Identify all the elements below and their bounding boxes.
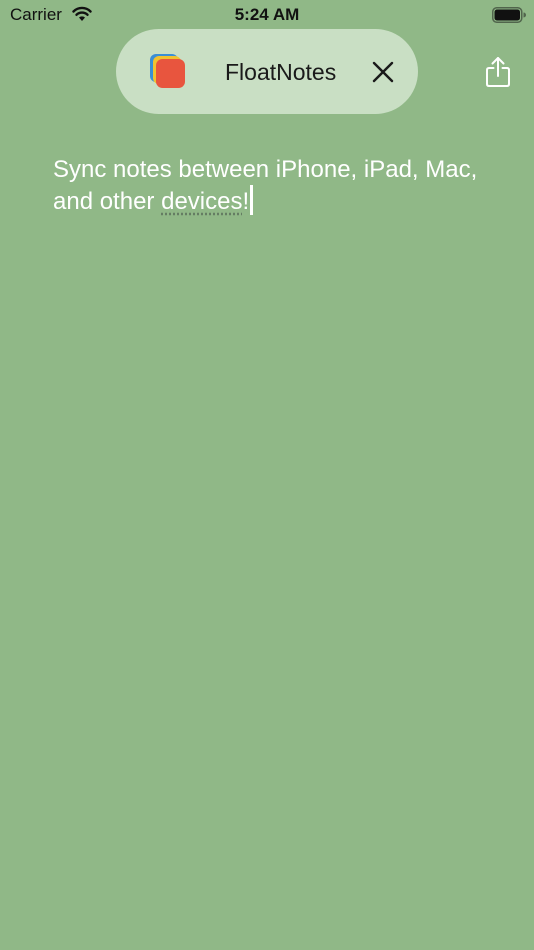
note-line-2-suffix: ! (242, 188, 250, 215)
battery-icon (492, 7, 526, 23)
status-time: 5:24 AM (234, 5, 300, 24)
spell-check-word[interactable]: devices (161, 188, 242, 215)
note-line-2-prefix: and other (53, 188, 162, 215)
status-bar: Carrier 5:24 AM (0, 0, 534, 30)
app-title: FloatNotes (225, 59, 337, 85)
text-cursor (250, 185, 254, 215)
close-icon[interactable] (371, 60, 395, 84)
app-header-pill: FloatNotes (116, 29, 418, 114)
note-line-1: Sync notes between iPhone, iPad, Mac, (53, 156, 478, 183)
share-icon[interactable] (484, 56, 512, 88)
note-text-editor[interactable]: Sync notes between iPhone, iPad, Mac, an… (53, 154, 503, 217)
floatnotes-app-icon (150, 54, 185, 88)
note-line-2: and other devices! (53, 185, 503, 217)
